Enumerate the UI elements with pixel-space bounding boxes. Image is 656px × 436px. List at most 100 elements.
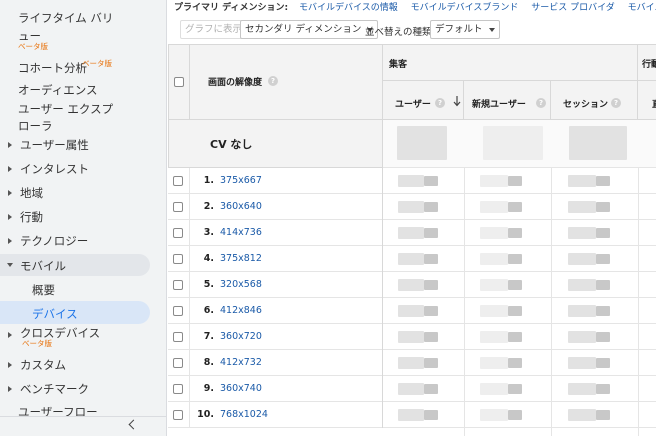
row-number: 5. [203, 279, 214, 290]
row-checkbox[interactable] [173, 332, 183, 342]
sidebar-item-interests[interactable]: インタレスト [0, 161, 150, 177]
blurred-value [480, 253, 508, 265]
caret-right-icon [8, 142, 12, 148]
blurred-value [596, 358, 610, 368]
resolution-link[interactable]: 360x720 [220, 331, 262, 342]
row-checkbox[interactable] [173, 280, 183, 290]
help-icon[interactable]: ? [268, 76, 278, 86]
row-checkbox[interactable] [173, 228, 183, 238]
sidebar-item-benchmark[interactable]: ベンチマーク [0, 381, 150, 397]
row-checkbox[interactable] [173, 254, 183, 264]
primary-dimension-bar: プライマリ ディメンション: モバイルデバイスの情報 モバイルデバイスブランド … [174, 0, 656, 13]
row-dimension-cell [190, 220, 383, 246]
row-dimension-cell [190, 272, 383, 298]
table-row: 2. 360x640 [168, 194, 656, 220]
row-checkbox-cell [168, 324, 190, 350]
sidebar-item-devices[interactable]: デバイス [0, 301, 150, 324]
dimension-link-device-brand[interactable]: モバイルデバイスブランド [411, 3, 519, 13]
sidebar-item-label-line2: ローラ [18, 119, 53, 133]
data-table: 画面の解像度 ? 集客 行動 ユーザー ? 新規ユーザー ? セッション ? 直… [168, 44, 656, 436]
blurred-value [508, 410, 522, 420]
blurred-value [398, 227, 424, 239]
resolution-link[interactable]: 768x1024 [220, 409, 268, 420]
row-number: 7. [203, 331, 214, 342]
collapse-sidebar-button[interactable] [0, 416, 166, 436]
sidebar-item-demographics[interactable]: ユーザー属性 [0, 137, 150, 153]
resolution-link[interactable]: 320x568 [220, 279, 262, 290]
secondary-dimension-dropdown[interactable]: セカンダリ ディメンション [240, 20, 379, 39]
blurred-value [480, 227, 508, 239]
resolution-link[interactable]: 412x732 [220, 357, 262, 368]
blurred-value [508, 358, 522, 368]
dimension-link-device-info[interactable]: モバイルデバイスの情報 [299, 3, 398, 13]
blurred-value [508, 202, 522, 212]
dimension-link-service-provider[interactable]: サービス プロバイダ [531, 3, 615, 13]
plot-rows-button[interactable]: グラフに表示 [180, 20, 248, 39]
sidebar-item-lifetime-value[interactable]: ライフタイム バリ ュー ベータ版 [0, 10, 150, 51]
blurred-value [398, 357, 424, 369]
blurred-value [569, 126, 627, 160]
sidebar-item-technology[interactable]: テクノロジー [0, 233, 150, 249]
behavior-column-header[interactable]: 直 [637, 80, 656, 120]
resolution-link[interactable]: 414x736 [220, 227, 262, 238]
help-icon[interactable]: ? [611, 98, 621, 108]
sort-type-label: 並べ替えの種類: [365, 27, 435, 38]
resolution-link[interactable]: 375x667 [220, 175, 262, 186]
sidebar-item-label: 行動 [20, 210, 43, 224]
table-row: 9. 360x740 [168, 376, 656, 402]
help-icon[interactable]: ? [435, 98, 445, 108]
blurred-value [480, 305, 508, 317]
blurred-value [480, 175, 508, 187]
select-all-cell [168, 44, 190, 120]
dimension-link-input-selector[interactable]: モバイル入力セレクタ [628, 3, 656, 13]
row-checkbox[interactable] [173, 358, 183, 368]
users-column-label: ユーザー [395, 100, 431, 110]
sidebar-item-behavior[interactable]: 行動 [0, 209, 150, 225]
blurred-value [596, 306, 610, 316]
sidebar-item-label: ユーザー エクスプ [18, 102, 114, 116]
blurred-value [424, 228, 438, 238]
sidebar-item-user-explorer[interactable]: ユーザー エクスプ ローラ [0, 101, 150, 135]
row-checkbox[interactable] [173, 202, 183, 212]
row-checkbox[interactable] [173, 306, 183, 316]
resolution-link[interactable]: 412x846 [220, 305, 262, 316]
dimension-header[interactable]: 画面の解像度 ? [189, 44, 383, 120]
sidebar-item-custom[interactable]: カスタム [0, 357, 150, 373]
sidebar-item-cohort[interactable]: コホート分析 ベータ版 [0, 58, 150, 75]
row-checkbox[interactable] [173, 410, 183, 420]
behavior-group-header: 行動 [637, 44, 656, 81]
row-checkbox[interactable] [173, 176, 183, 186]
resolution-link[interactable]: 360x740 [220, 383, 262, 394]
help-icon[interactable]: ? [536, 98, 546, 108]
row-checkbox[interactable] [173, 384, 183, 394]
resolution-link[interactable]: 360x640 [220, 201, 262, 212]
blurred-value [568, 305, 596, 317]
table-row: 10. 768x1024 [168, 402, 656, 428]
select-all-checkbox[interactable] [174, 77, 184, 87]
row-checkbox-cell [168, 376, 190, 402]
caret-right-icon [8, 386, 12, 392]
row-checkbox-cell [168, 220, 190, 246]
sidebar-item-cross-device[interactable]: クロスデバイス ベータ版 [0, 325, 150, 348]
sidebar-item-overview[interactable]: 概要 [0, 282, 150, 298]
sort-type-dropdown[interactable]: デフォルト [430, 20, 500, 39]
sort-descending-icon [453, 96, 461, 107]
blurred-value [398, 383, 424, 395]
blurred-value [398, 201, 424, 213]
resolution-link[interactable]: 375x812 [220, 253, 262, 264]
new-users-column-header[interactable]: 新規ユーザー ? [463, 80, 551, 120]
sidebar-item-audience[interactable]: オーディエンス [0, 82, 150, 98]
sidebar: ライフタイム バリ ュー ベータ版 コホート分析 ベータ版 オーディエンス ユー… [0, 0, 167, 436]
sidebar-item-mobile[interactable]: モバイル [0, 254, 150, 276]
sessions-column-header[interactable]: セッション ? [550, 80, 638, 120]
table-row: 1. 375x667 [168, 168, 656, 194]
users-column-header[interactable]: ユーザー ? [382, 80, 464, 120]
blurred-value [596, 280, 610, 290]
table-row: 7. 360x720 [168, 324, 656, 350]
sidebar-item-label: モバイル [20, 259, 66, 273]
blurred-value [480, 331, 508, 343]
caret-down-icon [7, 263, 13, 267]
sidebar-item-geo[interactable]: 地域 [0, 185, 150, 201]
blurred-value [596, 176, 610, 186]
sidebar-scrollbar[interactable] [154, 0, 166, 416]
